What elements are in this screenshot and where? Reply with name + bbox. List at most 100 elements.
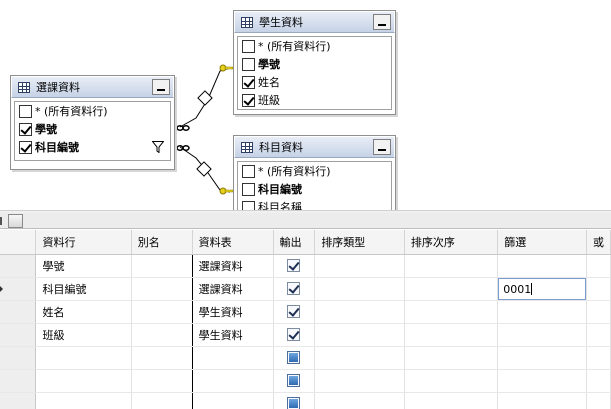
column-row-name[interactable]: 姓名	[238, 73, 391, 91]
row-selector[interactable]	[0, 277, 37, 301]
cell-output[interactable]	[273, 323, 316, 347]
column-checkbox[interactable]	[242, 164, 255, 178]
row-selector[interactable]	[0, 254, 37, 278]
cell-table[interactable]	[192, 392, 274, 409]
column-checkbox[interactable]	[19, 104, 32, 118]
row-selector[interactable]	[0, 323, 37, 347]
column-row-student-id[interactable]: 學號	[15, 120, 170, 138]
grid-row-empty[interactable]	[0, 346, 611, 370]
cell-alias[interactable]	[131, 277, 193, 301]
cell-alias[interactable]	[131, 300, 193, 324]
cell-output[interactable]	[273, 346, 316, 370]
grid-row[interactable]: 班級 學生資料	[0, 323, 611, 347]
column-checkbox[interactable]	[242, 75, 255, 89]
column-checkbox[interactable]	[242, 93, 255, 107]
grid-row[interactable]: 學號 選課資料	[0, 254, 611, 278]
table-header[interactable]: 科目資料	[234, 136, 395, 158]
cell-sort-type[interactable]	[314, 369, 405, 393]
cell-alias[interactable]	[131, 323, 193, 347]
grid-row-empty[interactable]	[0, 369, 611, 393]
cell-alias[interactable]	[131, 254, 193, 278]
cell-column[interactable]	[35, 392, 132, 409]
cell-or[interactable]	[586, 323, 611, 347]
cell-or[interactable]	[586, 300, 611, 324]
minimize-button[interactable]	[373, 139, 391, 155]
column-row-all[interactable]: * (所有資料行)	[15, 102, 170, 120]
cell-sort-type[interactable]	[314, 300, 405, 324]
cell-output[interactable]	[273, 277, 316, 301]
cell-table[interactable]	[192, 369, 274, 393]
toolbar-button[interactable]	[8, 214, 23, 228]
cell-output[interactable]	[273, 254, 316, 278]
cell-column[interactable]	[35, 369, 132, 393]
table-box-course[interactable]: 選課資料 * (所有資料行) 學號 科目編號	[10, 75, 175, 170]
table-header[interactable]: 學生資料	[234, 11, 395, 33]
cell-sort-order[interactable]	[404, 277, 499, 301]
output-checkbox[interactable]	[287, 282, 301, 296]
header-sort-order[interactable]: 排序次序	[404, 230, 499, 255]
cell-sort-type[interactable]	[314, 392, 405, 409]
column-list[interactable]: * (所有資料行) 學號 科目編號	[14, 101, 171, 161]
column-row-class[interactable]: 班級	[238, 91, 391, 109]
header-table[interactable]: 資料表	[192, 230, 274, 255]
cell-table[interactable]: 學生資料	[192, 323, 274, 347]
criteria-grid[interactable]: 資料行 別名 資料表 輸出 排序類型 排序次序 篩選 或 學號 選課資料 科目編…	[0, 230, 611, 409]
table-box-subject[interactable]: 科目資料 * (所有資料行) 科目編號 科目名稱	[233, 135, 396, 210]
cell-column[interactable]: 姓名	[35, 300, 132, 324]
column-checkbox[interactable]	[242, 200, 255, 210]
cell-filter[interactable]	[497, 346, 587, 370]
output-checkbox[interactable]	[287, 328, 301, 342]
row-selector[interactable]	[0, 346, 37, 370]
output-checkbox[interactable]	[287, 351, 301, 365]
column-row-all[interactable]: * (所有資料行)	[238, 37, 391, 55]
cell-filter[interactable]	[497, 323, 587, 347]
output-checkbox[interactable]	[287, 374, 301, 388]
output-checkbox[interactable]	[287, 305, 301, 319]
cell-filter[interactable]	[497, 300, 587, 324]
grid-row-current[interactable]: 科目編號 選課資料 0001	[0, 277, 611, 301]
cell-or[interactable]	[586, 254, 611, 278]
cell-sort-type[interactable]	[314, 254, 405, 278]
column-row-subject-id[interactable]: 科目編號	[238, 180, 391, 198]
column-row-student-id[interactable]: 學號	[238, 55, 391, 73]
cell-table[interactable]: 學生資料	[192, 300, 274, 324]
relationship-course-student[interactable]	[176, 64, 234, 131]
cell-sort-order[interactable]	[404, 346, 499, 370]
cell-sort-order[interactable]	[404, 369, 499, 393]
header-sort-type[interactable]: 排序類型	[314, 230, 405, 255]
cell-sort-order[interactable]	[404, 300, 499, 324]
table-box-student[interactable]: 學生資料 * (所有資料行) 學號 姓名 班級	[233, 10, 396, 115]
header-filter[interactable]: 篩選	[497, 230, 587, 255]
cell-or[interactable]	[586, 346, 611, 370]
header-output[interactable]: 輸出	[273, 230, 316, 255]
cell-output[interactable]	[273, 392, 316, 409]
column-checkbox[interactable]	[19, 140, 32, 154]
minimize-button[interactable]	[152, 79, 170, 95]
column-checkbox[interactable]	[242, 57, 255, 71]
diagram-pane[interactable]: 選課資料 * (所有資料行) 學號 科目編號 學生資料 * (所有資料行) 學號…	[0, 0, 611, 210]
cell-sort-type[interactable]	[314, 346, 405, 370]
header-alias[interactable]: 別名	[131, 230, 193, 255]
column-list[interactable]: * (所有資料行) 學號 姓名 班級	[237, 36, 392, 110]
header-column[interactable]: 資料行	[35, 230, 132, 255]
cell-alias[interactable]	[131, 369, 193, 393]
cell-filter[interactable]	[497, 254, 587, 278]
column-row-subject-id[interactable]: 科目編號	[15, 138, 170, 156]
column-row-subject-name[interactable]: 科目名稱	[238, 198, 391, 210]
cell-filter[interactable]	[497, 392, 587, 409]
cell-filter[interactable]: 0001	[497, 277, 587, 301]
cell-output[interactable]	[273, 300, 316, 324]
column-list[interactable]: * (所有資料行) 科目編號 科目名稱	[237, 161, 392, 210]
row-selector[interactable]	[0, 369, 37, 393]
column-checkbox[interactable]	[242, 39, 255, 53]
filter-edit-input[interactable]: 0001	[498, 277, 586, 299]
cell-table[interactable]: 選課資料	[192, 254, 274, 278]
cell-table[interactable]	[192, 346, 274, 370]
cell-table[interactable]: 選課資料	[192, 277, 274, 301]
grid-row-empty[interactable]	[0, 392, 611, 409]
output-checkbox[interactable]	[287, 397, 301, 409]
table-header[interactable]: 選課資料	[11, 76, 174, 98]
output-checkbox[interactable]	[287, 259, 301, 273]
column-checkbox[interactable]	[242, 182, 255, 196]
cell-column[interactable]: 班級	[35, 323, 132, 347]
